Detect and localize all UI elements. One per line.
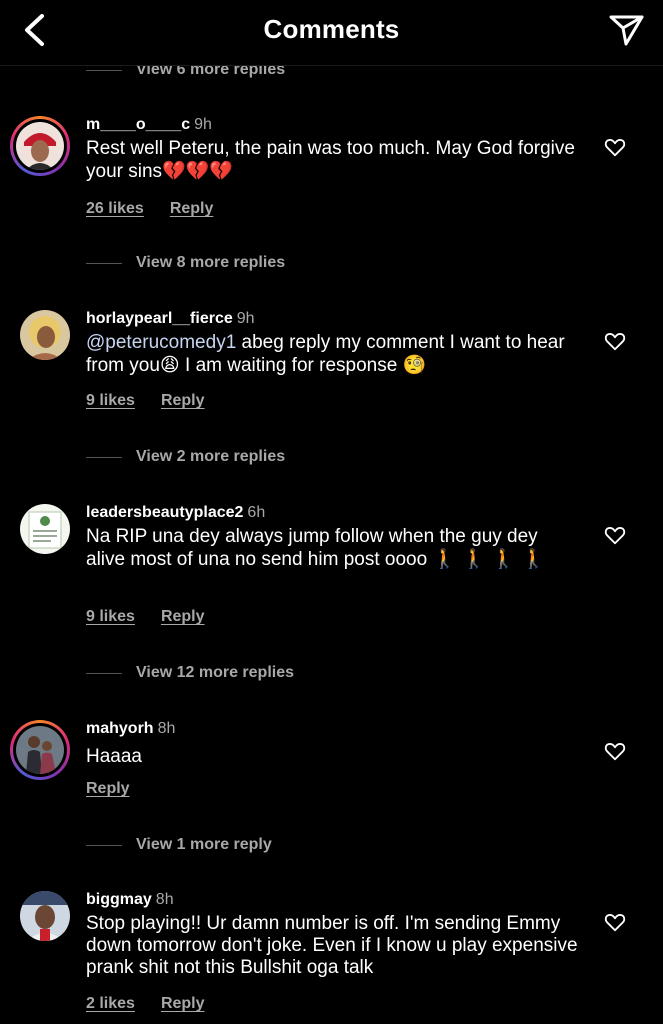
comment-meta: m____o____c 9h [86, 116, 212, 134]
timestamp: 9h [194, 116, 212, 133]
comment-actions: 2 likes Reply [86, 995, 205, 1013]
heart-icon[interactable] [604, 911, 626, 933]
heart-icon[interactable] [604, 524, 626, 546]
avatar[interactable] [20, 891, 70, 941]
comment-actions: 26 likes Reply [86, 200, 213, 218]
avatar [16, 726, 64, 774]
reply-button[interactable]: Reply [161, 995, 205, 1012]
avatar[interactable] [20, 310, 70, 360]
reply-button[interactable]: Reply [161, 392, 205, 409]
reply-button[interactable]: Reply [86, 780, 130, 797]
timestamp: 9h [236, 310, 255, 327]
avatar-story-ring[interactable] [10, 116, 70, 176]
comment-text: Na RIP una dey always jump follow when t… [86, 526, 546, 570]
divider-line [86, 672, 122, 674]
timestamp: 6h [247, 504, 266, 521]
username[interactable]: horlaypearl__fierce [86, 310, 233, 327]
comment-meta: biggmay 8h [86, 891, 174, 909]
paper-plane-icon [609, 15, 644, 46]
divider-line [86, 69, 122, 71]
heart-icon[interactable] [604, 136, 626, 158]
header-bar: Comments [0, 0, 663, 66]
mention-link[interactable]: @peterucomedy1 [86, 332, 236, 353]
likes-count[interactable]: 9 likes [86, 392, 135, 409]
view-more-replies[interactable]: View 8 more replies [86, 251, 285, 275]
emoji-broken-heart: 💔💔💔 [162, 160, 234, 182]
comment-actions: Reply [86, 780, 130, 798]
heart-icon[interactable] [604, 330, 626, 352]
comment-actions: 9 likes Reply [86, 608, 205, 626]
comment-text: Haaaa [86, 746, 142, 767]
divider-line [86, 844, 122, 846]
comment-meta: mahyorh 8h [86, 720, 175, 738]
username[interactable]: mahyorh [86, 720, 154, 737]
comment-meta: horlaypearl__fierce 9h [86, 310, 255, 328]
emoji-person-walking: 🚶 🚶 🚶 🚶 [432, 548, 546, 570]
comment-text: Stop playing!! Ur damn number is off. I'… [86, 913, 578, 978]
comment-meta: leadersbeautyplace2 6h [86, 504, 265, 522]
username[interactable]: m____o____c [86, 116, 190, 133]
avatar [16, 122, 64, 170]
divider-line [86, 456, 122, 458]
heart-icon[interactable] [604, 740, 626, 762]
comment-actions: 9 likes Reply [86, 392, 205, 410]
view-more-replies[interactable]: View 2 more replies [86, 445, 285, 469]
comment-text: @peterucomedy1 abeg reply my comment I w… [86, 332, 565, 376]
reply-button[interactable]: Reply [170, 200, 214, 217]
likes-count[interactable]: 2 likes [86, 995, 135, 1012]
timestamp: 8h [157, 720, 176, 737]
username[interactable]: biggmay [86, 891, 152, 908]
avatar-story-ring[interactable] [10, 720, 70, 780]
emoji-weary: 😩 [159, 354, 180, 376]
timestamp: 8h [155, 891, 174, 908]
divider-line [86, 262, 122, 264]
emoji-monocle: 🧐 [402, 354, 427, 376]
reply-button[interactable]: Reply [161, 608, 205, 625]
likes-count[interactable]: 26 likes [86, 200, 144, 217]
view-more-replies[interactable]: View 1 more reply [86, 833, 272, 857]
share-button[interactable] [607, 10, 647, 50]
comment-text: Rest well Peteru, the pain was too much.… [86, 138, 575, 182]
avatar[interactable] [20, 504, 70, 554]
username[interactable]: leadersbeautyplace2 [86, 504, 243, 521]
likes-count[interactable]: 9 likes [86, 608, 135, 625]
page-title: Comments [263, 14, 400, 44]
view-more-replies[interactable]: View 12 more replies [86, 661, 294, 685]
